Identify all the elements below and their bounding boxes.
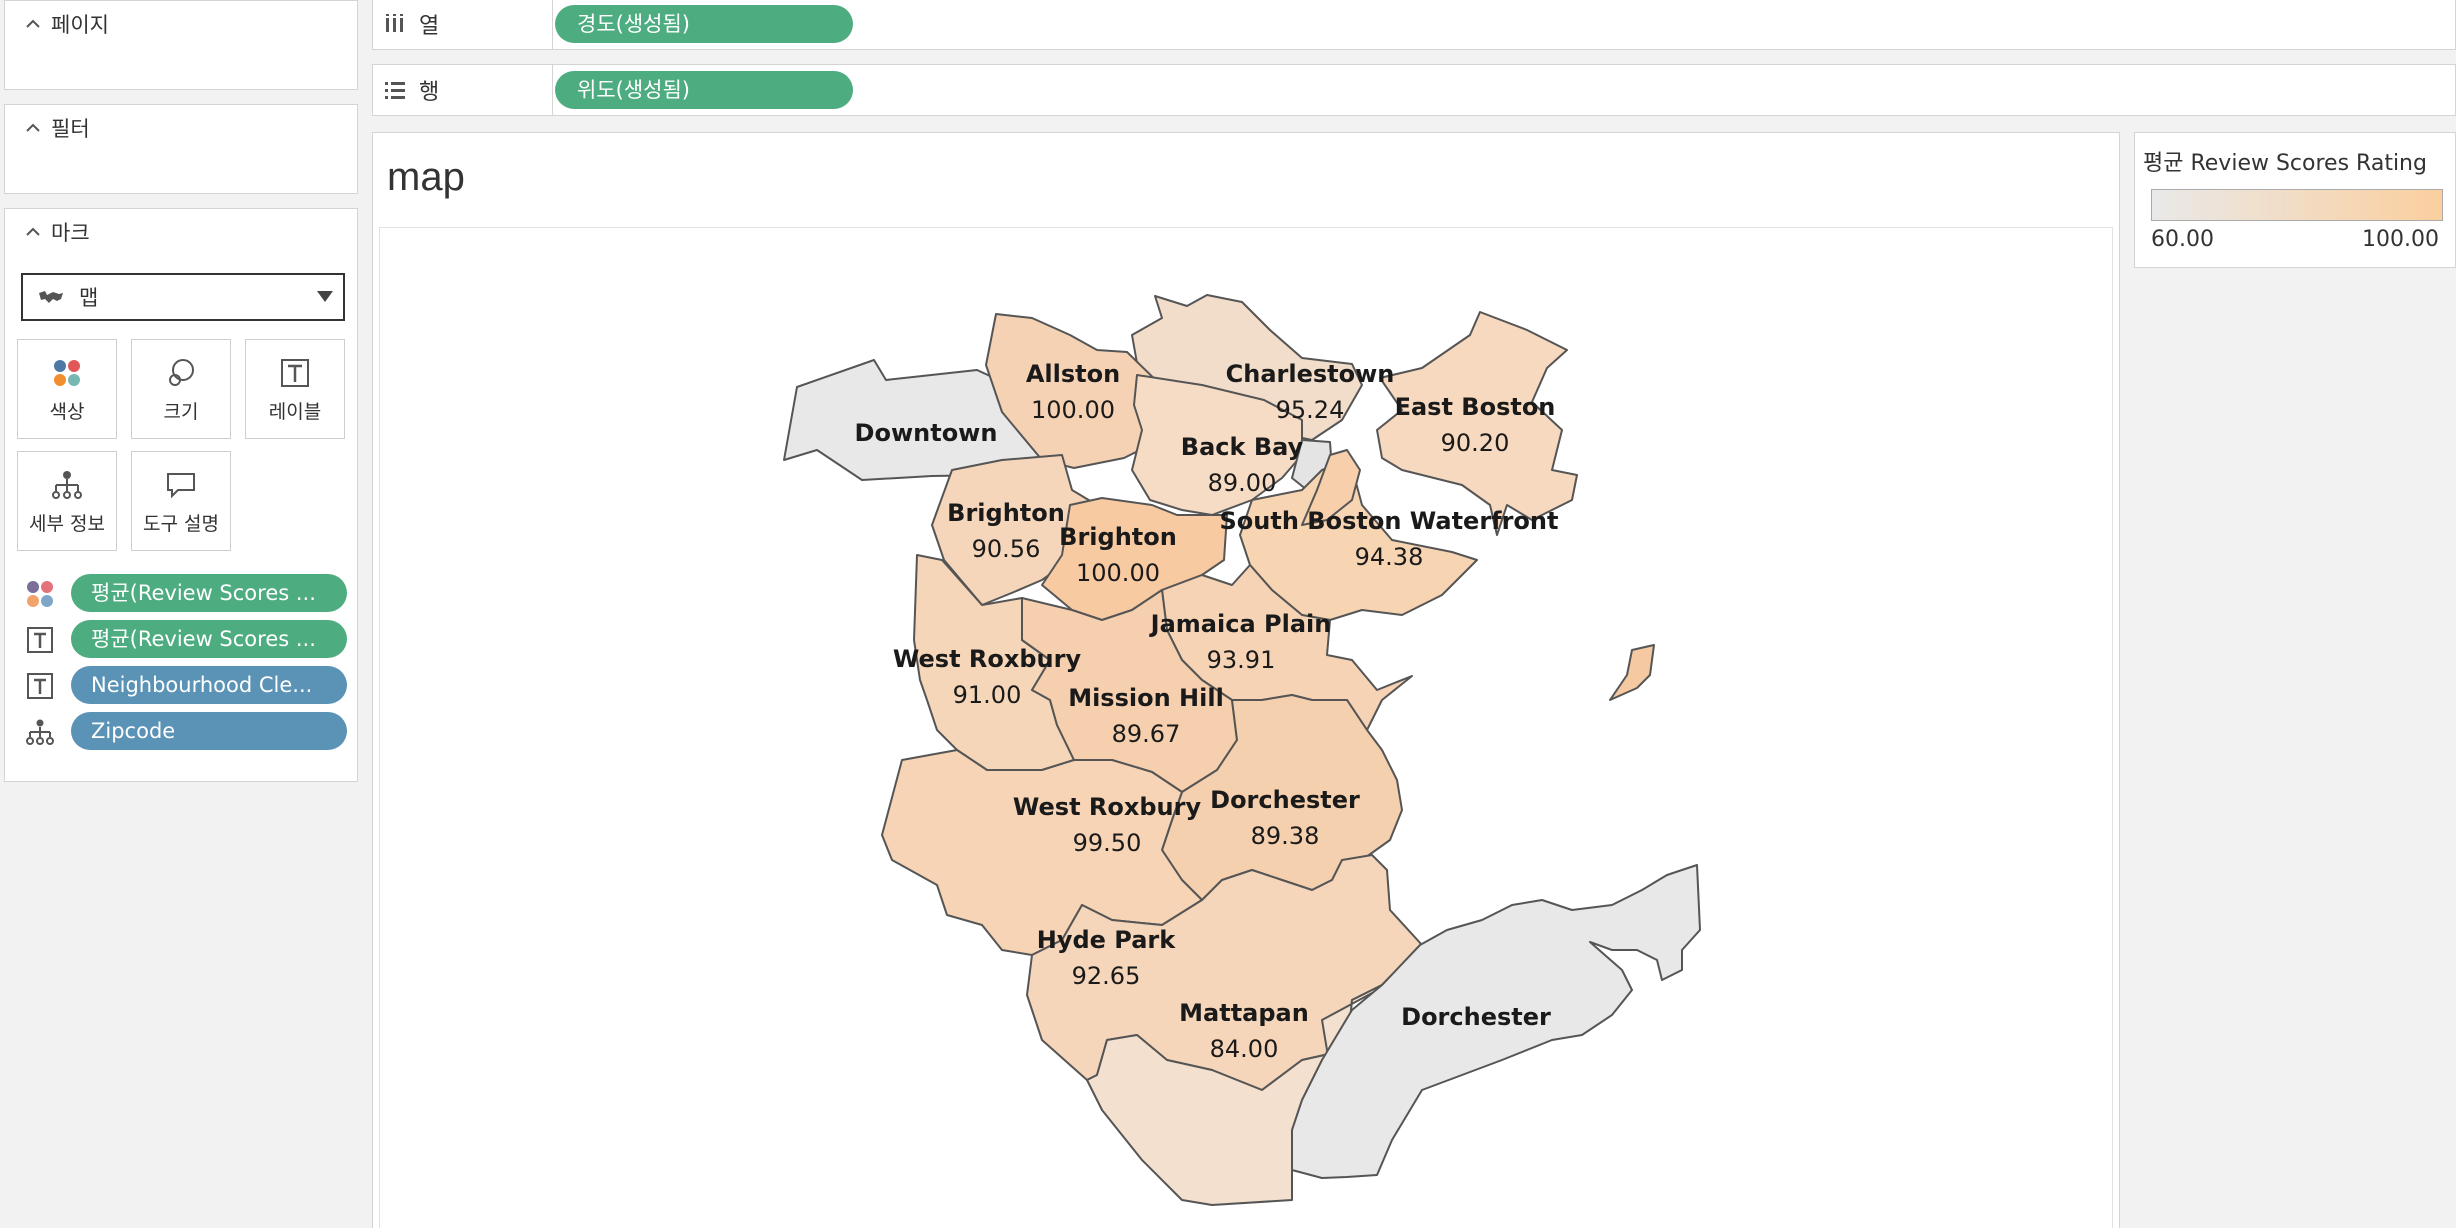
mark-type-label: 맵 xyxy=(79,286,99,310)
detail-button[interactable]: 세부 정보 xyxy=(17,451,117,551)
map-label-value: 100.00 xyxy=(1076,559,1160,587)
marks-title: 마크 xyxy=(51,221,90,245)
pages-title: 페이지 xyxy=(51,13,109,37)
filters-title: 필터 xyxy=(51,117,90,141)
map-label-value: 93.91 xyxy=(1207,646,1276,674)
map-label-name: South Boston Waterfront xyxy=(1220,507,1559,535)
marks-card: 마크 맵 색상 크기 레이블 세부 정보 도구 설명 평균(Review Sco… xyxy=(4,208,358,782)
map-label-name: West Roxbury xyxy=(1013,793,1202,821)
map-label-name: Dorchester xyxy=(1401,1003,1551,1031)
collapse-caret-icon[interactable] xyxy=(23,14,43,34)
map-label-value: 92.65 xyxy=(1072,962,1141,990)
map-canvas[interactable]: Allston 100.00 Charlestown 95.24 East Bo… xyxy=(379,227,2113,1228)
color-legend[interactable]: 평균 Review Scores Rating 60.00 100.00 xyxy=(2134,132,2456,268)
marks-field-row: Neighbourhood Cle... xyxy=(21,665,351,705)
map-label-name: Dorchester xyxy=(1210,786,1360,814)
color-icon xyxy=(27,581,53,607)
map-label-name: Back Bay xyxy=(1181,433,1304,461)
map-label-name: West Roxbury xyxy=(893,645,1082,673)
region-east-boston[interactable] xyxy=(1376,311,1578,536)
map-label-value: 90.20 xyxy=(1441,429,1510,457)
tableau-workspace: 페이지 필터 마크 맵 색상 크기 레이블 세부 정보 도구 설명 평균(Rev… xyxy=(0,0,2456,1228)
map-label-value: 100.00 xyxy=(1031,396,1115,424)
text-label-icon xyxy=(281,359,309,387)
rows-label: 행 xyxy=(419,80,440,105)
tooltip-icon xyxy=(167,473,195,499)
color-icon xyxy=(54,360,80,386)
map-label-value: 90.56 xyxy=(972,535,1041,563)
size-button[interactable]: 크기 xyxy=(131,339,231,439)
map-label-value: 89.38 xyxy=(1251,822,1320,850)
zipcode-field-pill[interactable]: Zipcode xyxy=(71,712,347,750)
color-button-label: 색상 xyxy=(49,401,85,423)
mark-type-dropdown[interactable]: 맵 xyxy=(21,273,345,321)
filters-card: 필터 xyxy=(4,104,358,194)
filters-header[interactable]: 필터 xyxy=(23,113,90,143)
collapse-caret-icon[interactable] xyxy=(23,222,43,242)
map-label-value: 84.00 xyxy=(1210,1035,1279,1063)
rows-icon xyxy=(385,82,405,99)
map-label-name: Allston xyxy=(1026,360,1120,388)
color-button[interactable]: 색상 xyxy=(17,339,117,439)
color-field-pill[interactable]: 평균(Review Scores ... xyxy=(71,574,347,612)
label-button-label: 레이블 xyxy=(268,401,322,423)
map-label-name: Mattapan xyxy=(1179,999,1309,1027)
text-label-icon xyxy=(27,627,53,653)
map-label-value: 95.24 xyxy=(1276,396,1345,424)
map-label-name: Brighton xyxy=(1059,523,1177,551)
marks-header[interactable]: 마크 xyxy=(23,217,90,247)
tooltip-button-label: 도구 설명 xyxy=(143,513,219,535)
size-button-label: 크기 xyxy=(163,401,199,423)
map-label-name: Hyde Park xyxy=(1037,926,1177,954)
map-svg[interactable]: Allston 100.00 Charlestown 95.24 East Bo… xyxy=(380,228,2112,1228)
label-button[interactable]: 레이블 xyxy=(245,339,345,439)
detail-icon xyxy=(26,719,54,745)
map-label-value: 89.67 xyxy=(1112,720,1181,748)
map-label-value: 94.38 xyxy=(1355,543,1424,571)
marks-field-row: 평균(Review Scores ... xyxy=(21,573,351,613)
map-label-name: Charlestown xyxy=(1226,360,1395,388)
columns-shelf[interactable]: 열 경도(생성됨) xyxy=(372,0,2456,50)
columns-icon xyxy=(386,14,403,32)
map-label-name: Downtown xyxy=(855,419,998,447)
marks-field-row: Zipcode xyxy=(21,711,351,751)
map-icon xyxy=(39,291,63,303)
columns-shelf-label: 열 xyxy=(383,0,553,49)
worksheet-view: map Allston 100.00 Charlestown 95.24 Eas… xyxy=(372,132,2120,1228)
marks-field-row: 평균(Review Scores ... xyxy=(21,619,351,659)
chevron-down-icon xyxy=(317,291,333,302)
rows-shelf[interactable]: 행 위도(생성됨) xyxy=(372,64,2456,116)
legend-gradient-bar xyxy=(2151,189,2443,221)
map-label-name: Jamaica Plain xyxy=(1149,610,1332,638)
region-island[interactable] xyxy=(1609,644,1655,701)
latitude-pill[interactable]: 위도(생성됨) xyxy=(555,71,853,109)
sidebar: 페이지 필터 마크 맵 색상 크기 레이블 세부 정보 도구 설명 평균(Rev… xyxy=(0,0,364,1228)
pages-card: 페이지 xyxy=(4,0,358,90)
rows-shelf-label: 행 xyxy=(383,65,553,115)
map-label-value: 99.50 xyxy=(1073,829,1142,857)
legend-max-value: 100.00 xyxy=(2362,227,2439,252)
detail-icon xyxy=(52,471,82,499)
detail-button-label: 세부 정보 xyxy=(29,513,105,535)
neighbourhood-field-pill[interactable]: Neighbourhood Cle... xyxy=(71,666,347,704)
text-label-icon xyxy=(27,673,53,699)
map-label-value: 91.00 xyxy=(953,681,1022,709)
longitude-pill[interactable]: 경도(생성됨) xyxy=(555,5,853,43)
label-field-pill[interactable]: 평균(Review Scores ... xyxy=(71,620,347,658)
map-label-value: 89.00 xyxy=(1208,469,1277,497)
legend-min-value: 60.00 xyxy=(2151,227,2214,252)
collapse-caret-icon[interactable] xyxy=(23,118,43,138)
tooltip-button[interactable]: 도구 설명 xyxy=(131,451,231,551)
size-icon xyxy=(169,359,194,386)
legend-title: 평균 Review Scores Rating xyxy=(2143,151,2427,176)
worksheet-title: map xyxy=(387,155,465,199)
map-label-name: Brighton xyxy=(947,499,1065,527)
columns-label: 열 xyxy=(419,14,440,39)
map-label-name: Mission Hill xyxy=(1068,684,1224,712)
map-label-name: East Boston xyxy=(1395,393,1556,421)
pages-header[interactable]: 페이지 xyxy=(23,9,109,39)
